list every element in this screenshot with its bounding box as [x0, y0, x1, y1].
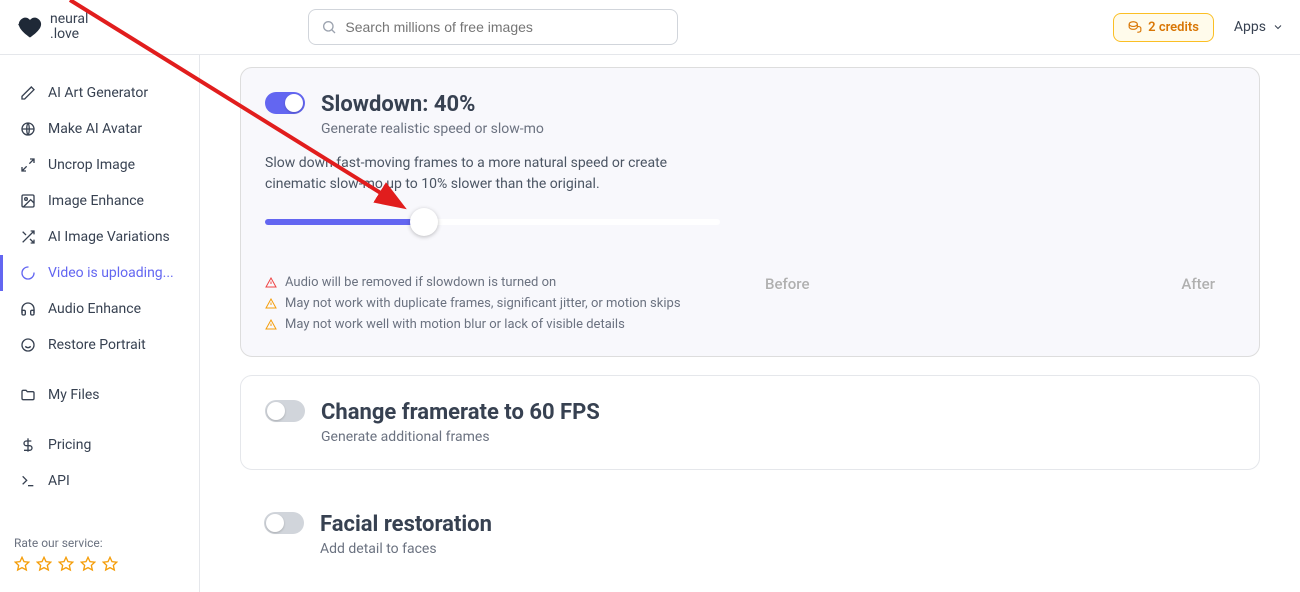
pen-icon — [20, 85, 36, 101]
expand-icon — [20, 157, 36, 173]
sidebar-item-variations[interactable]: AI Image Variations — [0, 219, 199, 255]
sidebar-item-image-enhance[interactable]: Image Enhance — [0, 183, 199, 219]
slowdown-card: Slowdown: 40% Generate realistic speed o… — [240, 67, 1260, 357]
facial-title: Facial restoration — [320, 512, 1236, 537]
image-icon — [20, 193, 36, 209]
alert-icon — [265, 277, 277, 289]
apps-dropdown[interactable]: Apps — [1234, 19, 1284, 35]
slowdown-toggle[interactable] — [265, 92, 305, 114]
sidebar-item-avatar[interactable]: Make AI Avatar — [0, 111, 199, 147]
sidebar-item-ai-art[interactable]: AI Art Generator — [0, 75, 199, 111]
dollar-icon — [20, 437, 36, 453]
search-icon — [321, 19, 337, 35]
slider-thumb[interactable] — [410, 208, 438, 236]
logo[interactable]: neural .love — [16, 12, 88, 43]
apps-label: Apps — [1234, 19, 1266, 35]
slowdown-slider[interactable] — [265, 219, 720, 225]
chevron-down-icon — [1272, 21, 1284, 33]
terminal-icon — [20, 473, 36, 489]
warning-item: May not work with duplicate frames, sign… — [265, 296, 705, 311]
alert-icon — [265, 298, 277, 310]
credits-button[interactable]: 2 credits — [1113, 13, 1214, 42]
credits-label: 2 credits — [1148, 20, 1199, 35]
before-label: Before — [765, 275, 810, 293]
sidebar-item-restore-portrait[interactable]: Restore Portrait — [0, 327, 199, 363]
main-content: Slowdown: 40% Generate realistic speed o… — [200, 55, 1300, 592]
folder-icon — [20, 387, 36, 403]
facial-subtitle: Add detail to faces — [320, 541, 1236, 557]
spinner-icon — [20, 265, 36, 281]
coins-icon — [1128, 20, 1142, 34]
framerate-title: Change framerate to 60 FPS — [321, 400, 1235, 425]
headphones-icon — [20, 301, 36, 317]
globe-icon — [20, 121, 36, 137]
star-icon[interactable] — [14, 556, 30, 572]
shuffle-icon — [20, 229, 36, 245]
star-icon[interactable] — [102, 556, 118, 572]
star-icon[interactable] — [36, 556, 52, 572]
slowdown-description: Slow down fast-moving frames to a more n… — [265, 153, 725, 195]
framerate-subtitle: Generate additional frames — [321, 429, 1235, 445]
warning-item: Audio will be removed if slowdown is tur… — [265, 275, 705, 290]
alert-icon — [265, 319, 277, 331]
rating-stars[interactable] — [14, 556, 185, 572]
logo-icon — [16, 13, 44, 41]
slowdown-subtitle: Generate realistic speed or slow-mo — [321, 121, 1235, 137]
star-icon[interactable] — [58, 556, 74, 572]
framerate-toggle[interactable] — [265, 400, 305, 422]
sidebar-item-api[interactable]: API — [0, 463, 199, 499]
sidebar-item-pricing[interactable]: Pricing — [0, 427, 199, 463]
sidebar-item-uncrop[interactable]: Uncrop Image — [0, 147, 199, 183]
sidebar-item-audio-enhance[interactable]: Audio Enhance — [0, 291, 199, 327]
rate-label: Rate our service: — [14, 536, 185, 550]
after-label: After — [1181, 275, 1215, 293]
slowdown-title: Slowdown: 40% — [321, 92, 1235, 117]
sidebar-item-video-upload[interactable]: Video is uploading... — [0, 255, 199, 291]
smile-icon — [20, 337, 36, 353]
framerate-card: Change framerate to 60 FPS Generate addi… — [240, 375, 1260, 470]
facial-card: Facial restoration Add detail to faces — [240, 488, 1260, 557]
sidebar: AI Art Generator Make AI Avatar Uncrop I… — [0, 55, 200, 592]
facial-toggle[interactable] — [264, 512, 304, 534]
search-input[interactable] — [308, 9, 678, 45]
logo-text: neural .love — [50, 12, 88, 43]
star-icon[interactable] — [80, 556, 96, 572]
sidebar-item-my-files[interactable]: My Files — [0, 377, 199, 413]
warning-item: May not work well with motion blur or la… — [265, 317, 705, 332]
